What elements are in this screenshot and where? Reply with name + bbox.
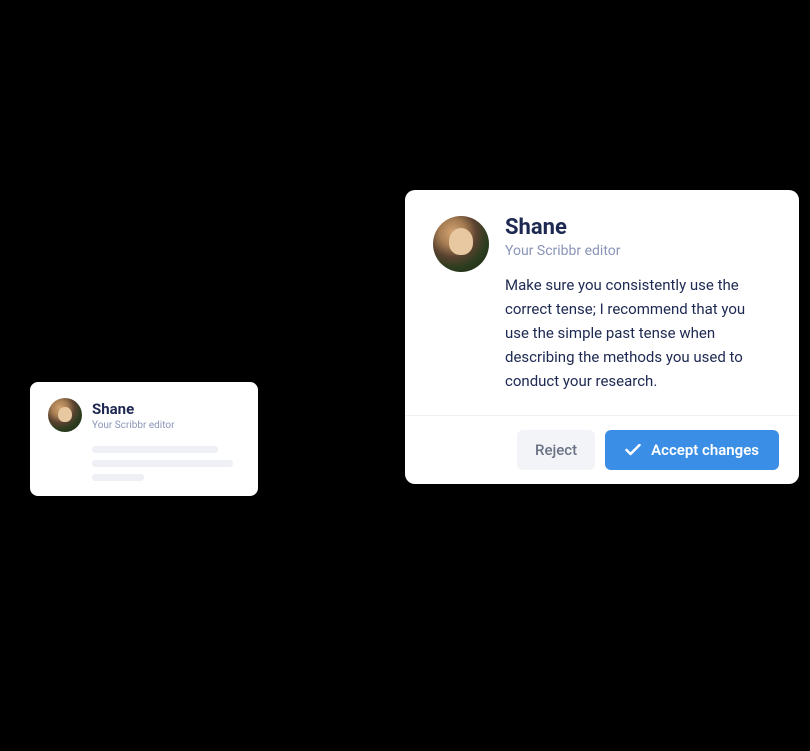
- skeleton-line: [92, 474, 144, 481]
- card-content: Shane Your Scribbr editor Make sure you …: [405, 190, 799, 415]
- skeleton-placeholder: [92, 446, 240, 481]
- header-text: Shane Your Scribbr editor Make sure you …: [505, 216, 771, 393]
- editor-name: Shane: [92, 400, 175, 418]
- accept-label: Accept changes: [651, 441, 759, 459]
- comment-card-collapsed[interactable]: Shane Your Scribbr editor: [30, 382, 258, 496]
- skeleton-line: [92, 446, 218, 453]
- avatar: [433, 216, 489, 272]
- reject-button[interactable]: Reject: [517, 430, 595, 470]
- editor-role: Your Scribbr editor: [505, 243, 771, 259]
- card-header: Shane Your Scribbr editor Make sure you …: [433, 216, 771, 393]
- check-icon: [625, 444, 641, 456]
- card-header: Shane Your Scribbr editor: [48, 398, 240, 432]
- editor-name: Shane: [505, 216, 771, 240]
- accept-button[interactable]: Accept changes: [605, 430, 779, 470]
- editor-role: Your Scribbr editor: [92, 420, 175, 431]
- comment-message: Make sure you consistently use the corre…: [505, 273, 771, 393]
- header-text: Shane Your Scribbr editor: [92, 400, 175, 431]
- skeleton-line: [92, 460, 233, 467]
- card-footer: Reject Accept changes: [405, 415, 799, 484]
- comment-card-expanded: Shane Your Scribbr editor Make sure you …: [405, 190, 799, 484]
- avatar: [48, 398, 82, 432]
